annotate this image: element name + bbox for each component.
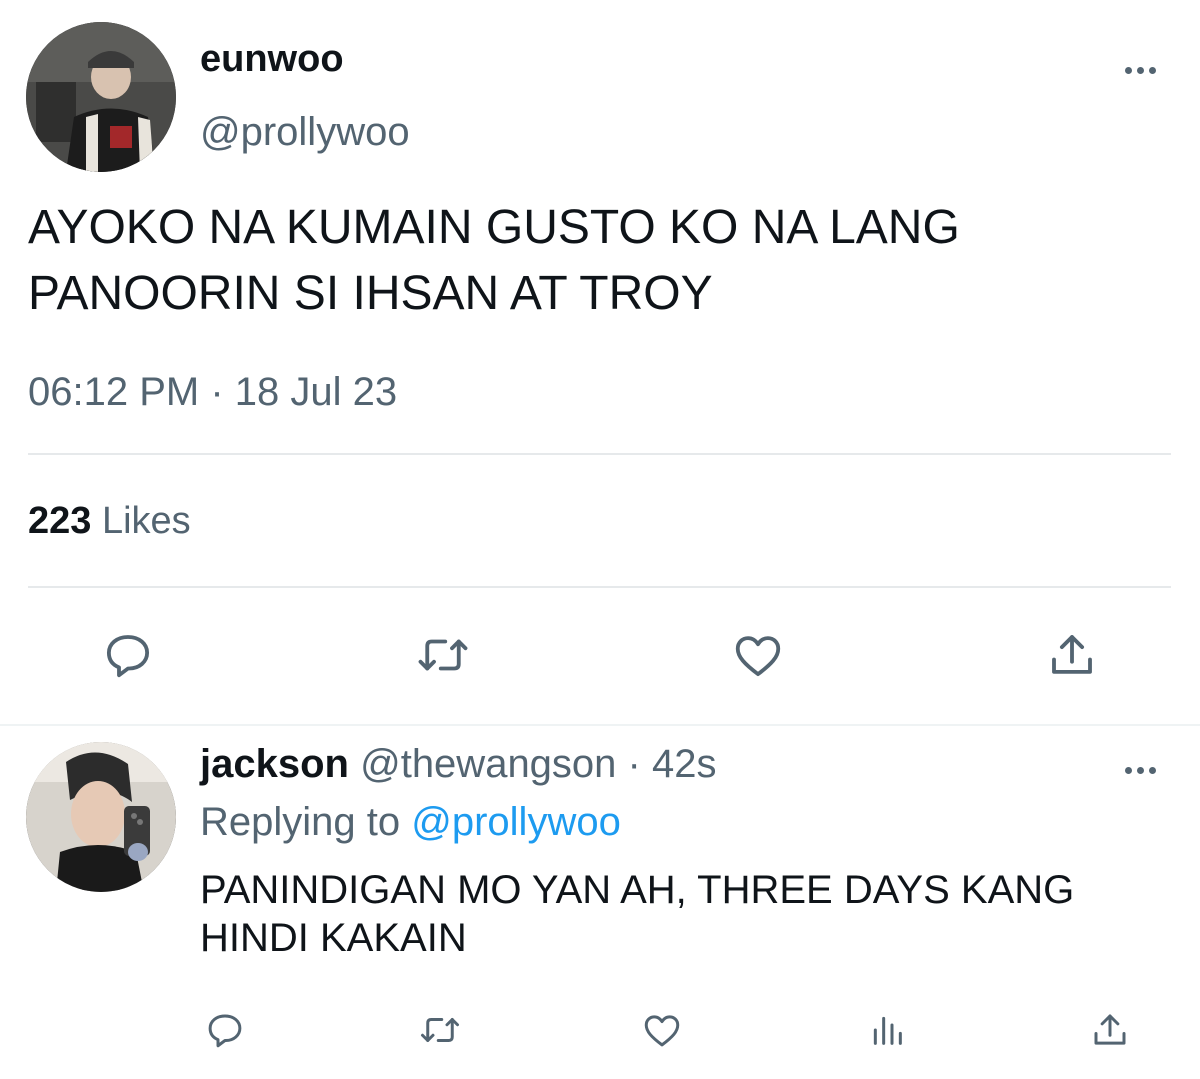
action-bar [0,1000,1200,1060]
reply-header: jackson @thewangson · 42s [200,742,717,787]
reply-icon[interactable] [200,1000,250,1060]
avatar-photo [26,742,176,892]
like-icon[interactable] [726,620,790,690]
mention-link[interactable]: @prollywoo [411,800,621,844]
tweet-text-line: AYOKO NA KUMAIN GUSTO KO NA LANG [28,201,960,254]
avatar[interactable] [26,22,176,172]
reply-text: PANINDIGAN MO YAN AH, THREE DAYS KANG HI… [200,866,1180,962]
likes-count: 223 [28,500,92,542]
avatar-photo [26,22,176,172]
tweet-text-line: PANOORIN SI IHSAN AT TROY [28,267,713,320]
relative-time[interactable]: 42s [652,742,717,786]
reply-text-line: PANINDIGAN MO YAN AH, THREE DAYS KANG [200,868,1075,912]
display-name[interactable]: jackson [200,742,349,786]
display-name[interactable]: eunwoo [200,38,344,81]
user-handle[interactable]: @thewangson [360,742,616,786]
separator: · [627,742,641,786]
replying-to-label: Replying to [200,800,401,844]
analytics-icon[interactable] [862,1000,912,1060]
more-options-icon[interactable] [1115,55,1165,85]
tweet-text: AYOKO NA KUMAIN GUSTO KO NA LANG PANOORI… [28,195,1168,327]
share-icon[interactable] [1085,1000,1135,1060]
avatar[interactable] [26,742,176,892]
like-icon[interactable] [637,1000,687,1060]
user-handle[interactable]: @prollywoo [200,110,410,155]
share-icon[interactable] [1040,620,1104,690]
likes-label: Likes [101,500,191,542]
divider [28,453,1171,455]
reply-icon[interactable] [96,620,160,690]
replying-to: Replying to @prollywoo [200,800,621,845]
divider [28,586,1171,588]
timestamp[interactable]: 06:12 PM · 18 Jul 23 [28,370,397,415]
action-bar [0,620,1200,690]
likes-stat[interactable]: 223 Likes [28,500,191,543]
section-divider [0,724,1200,726]
main-tweet: eunwoo @prollywoo AYOKO NA KUMAIN GUSTO … [0,0,1200,724]
retweet-icon[interactable] [408,620,478,690]
retweet-icon[interactable] [412,1000,468,1060]
reply-text-line: HINDI KAKAIN [200,916,467,960]
more-options-icon[interactable] [1115,755,1165,785]
